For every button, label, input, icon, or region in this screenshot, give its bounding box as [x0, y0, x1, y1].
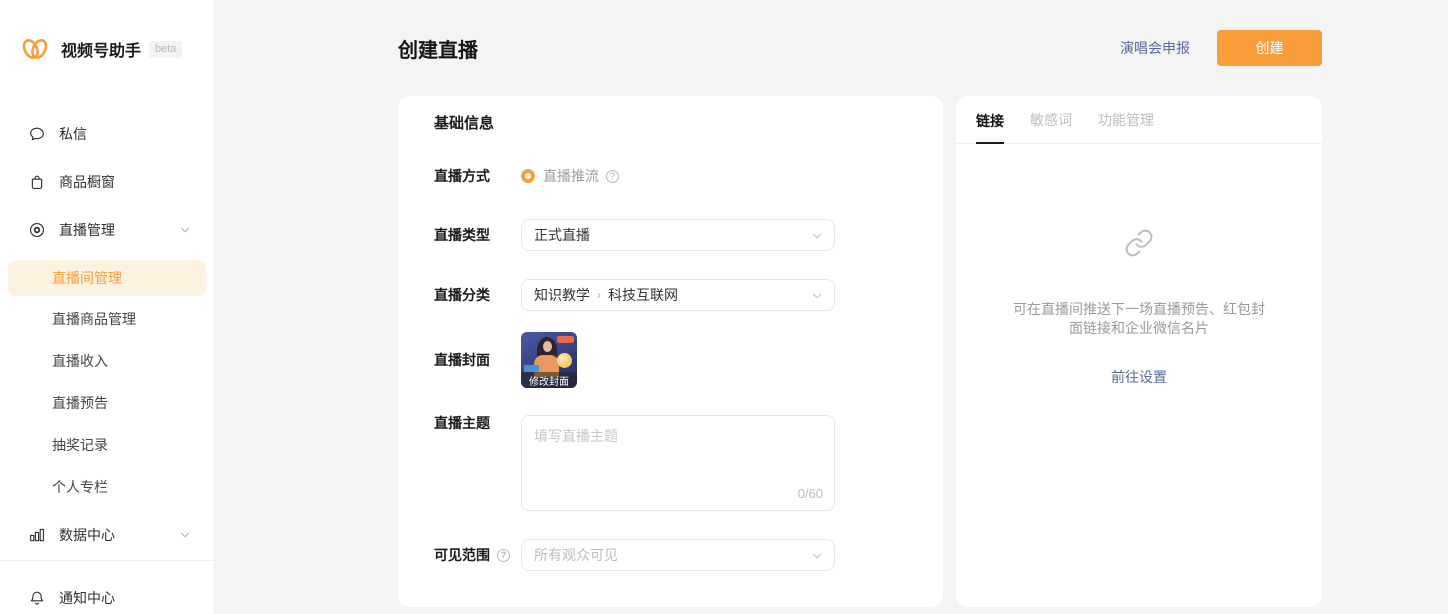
tab-feature-management[interactable]: 功能管理	[1098, 110, 1154, 143]
sidebar-item-label: 通知中心	[59, 588, 115, 608]
topic-input-wrapper: 0/60	[521, 415, 835, 511]
tab-sensitive-words[interactable]: 敏感词	[1030, 110, 1072, 143]
form-row-visibility: 可见范围 所有观众可见	[434, 539, 907, 571]
sidebar-item-label: 直播管理	[59, 220, 115, 240]
question-icon[interactable]	[497, 549, 510, 562]
live-mode-options: 直播推流	[521, 168, 619, 184]
radio-option-label: 直播推流	[543, 166, 599, 186]
sidebar-item-label: 数据中心	[59, 525, 115, 545]
visibility-label-text: 可见范围	[434, 547, 490, 563]
cover-art	[557, 353, 572, 368]
cover-art	[557, 336, 574, 343]
visibility-value: 所有观众可见	[534, 545, 618, 565]
page-title: 创建直播	[398, 34, 1120, 63]
sidebar: 视频号助手 beta 私信 商品橱窗 直播管理	[0, 0, 215, 614]
cover-art	[524, 365, 539, 372]
chat-icon	[28, 125, 46, 143]
sidebar-item-label: 直播收入	[52, 351, 108, 371]
category-level1: 知识教学	[534, 285, 590, 305]
cover-art	[543, 341, 552, 352]
panel-tabs: 链接 敏感词 功能管理	[956, 96, 1322, 144]
sidebar-item-personal-column[interactable]: 个人专栏	[0, 466, 214, 508]
category-separator: ›	[597, 288, 601, 302]
create-button[interactable]: 创建	[1217, 30, 1322, 66]
chevron-down-icon	[178, 223, 192, 237]
live-type-value: 正式直播	[534, 225, 590, 245]
channels-logo-icon	[20, 36, 50, 62]
sidebar-item-live-income[interactable]: 直播收入	[0, 340, 214, 382]
link-icon	[1124, 228, 1154, 258]
sidebar-item-notification-center[interactable]: 通知中心	[0, 574, 214, 614]
panel-description: 可在直播间推送下一场直播预告、红包封面链接和企业微信名片	[1010, 300, 1268, 338]
brand: 视频号助手 beta	[20, 36, 214, 62]
sidebar-divider	[0, 560, 214, 561]
topic-input[interactable]	[521, 415, 835, 511]
sidebar-item-goods-management[interactable]: 直播商品管理	[0, 298, 214, 340]
chevron-down-icon	[810, 549, 824, 563]
chart-icon	[28, 526, 46, 544]
live-type-label: 直播类型	[434, 227, 521, 243]
sidebar-item-lottery-records[interactable]: 抽奖记录	[0, 424, 214, 466]
panel-body: 可在直播间推送下一场直播预告、红包封面链接和企业微信名片 前往设置	[956, 144, 1322, 387]
visibility-select[interactable]: 所有观众可见	[521, 539, 835, 571]
sidebar-item-label: 直播间管理	[52, 268, 122, 288]
links-panel-card: 链接 敏感词 功能管理 可在直播间推送下一场直播预告、红包封面链接和企业微信名片…	[956, 96, 1322, 607]
content-row: 基础信息 直播方式 直播推流 直播类型 正式直播	[216, 96, 1448, 607]
change-cover-button[interactable]: 修改封面	[521, 372, 577, 388]
sidebar-item-live-trailer[interactable]: 直播预告	[0, 382, 214, 424]
beta-badge: beta	[149, 41, 182, 58]
form-row-live-cover: 直播封面 修改封面	[434, 332, 907, 388]
sidebar-item-private-message[interactable]: 私信	[0, 110, 214, 158]
form-row-live-mode: 直播方式 直播推流	[434, 168, 907, 184]
record-icon	[28, 221, 46, 239]
visibility-label: 可见范围	[434, 547, 521, 563]
sidebar-item-label: 直播商品管理	[52, 309, 136, 329]
live-topic-label: 直播主题	[434, 415, 521, 431]
go-to-settings-link[interactable]: 前往设置	[1111, 367, 1167, 387]
sidebar-item-live-management[interactable]: 直播管理	[0, 206, 214, 254]
sidebar-menu: 私信 商品橱窗 直播管理 直播间管理 直播商品管理 直播收入	[0, 110, 214, 614]
form-row-live-type: 直播类型 正式直播	[434, 219, 907, 251]
concert-apply-link[interactable]: 演唱会申报	[1120, 38, 1190, 58]
question-icon[interactable]	[606, 170, 619, 183]
live-category-select[interactable]: 知识教学 › 科技互联网	[521, 279, 835, 311]
sidebar-item-data-center[interactable]: 数据中心	[0, 511, 214, 559]
live-type-select[interactable]: 正式直播	[521, 219, 835, 251]
sidebar-item-product-showcase[interactable]: 商品橱窗	[0, 158, 214, 206]
sidebar-item-label: 商品橱窗	[59, 172, 115, 192]
sidebar-item-label: 个人专栏	[52, 477, 108, 497]
tab-links[interactable]: 链接	[976, 111, 1004, 144]
form-row-live-category: 直播分类 知识教学 › 科技互联网	[434, 279, 907, 311]
brand-name: 视频号助手	[61, 37, 141, 61]
sidebar-item-label: 抽奖记录	[52, 435, 108, 455]
chevron-down-icon	[178, 528, 192, 542]
basic-info-card: 基础信息 直播方式 直播推流 直播类型 正式直播	[398, 96, 943, 607]
radio-selected[interactable]	[521, 169, 535, 183]
sidebar-item-label: 私信	[59, 124, 87, 144]
live-cover-label: 直播封面	[434, 352, 521, 368]
form-row-live-topic: 直播主题 0/60	[434, 415, 907, 511]
live-category-label: 直播分类	[434, 287, 521, 303]
cover-thumbnail[interactable]: 修改封面	[521, 332, 577, 388]
live-mode-label: 直播方式	[434, 168, 521, 184]
chevron-down-icon	[810, 289, 824, 303]
sidebar-item-label: 直播预告	[52, 393, 108, 413]
bell-icon	[28, 589, 46, 607]
chevron-down-icon	[810, 229, 824, 243]
sidebar-item-room-management[interactable]: 直播间管理	[8, 260, 206, 296]
section-title: 基础信息	[434, 116, 907, 132]
char-counter: 0/60	[798, 486, 823, 501]
page-header: 创建直播 演唱会申报 创建	[216, 0, 1448, 96]
main-area: 创建直播 演唱会申报 创建 基础信息 直播方式 直播推流 直播类型 正式直播	[216, 0, 1448, 607]
category-level2: 科技互联网	[608, 285, 678, 305]
bag-icon	[28, 173, 46, 191]
